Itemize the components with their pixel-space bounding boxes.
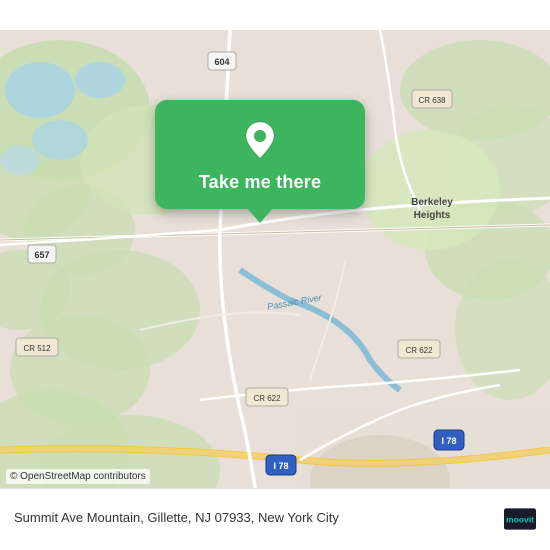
svg-text:Heights: Heights (414, 210, 451, 221)
address-label: Summit Ave Mountain, Gillette, NJ 07933,… (14, 510, 504, 527)
svg-text:CR 512: CR 512 (23, 344, 51, 353)
svg-text:Berkeley: Berkeley (411, 197, 453, 208)
svg-text:I 78: I 78 (441, 436, 456, 446)
osm-attribution: © OpenStreetMap contributors (6, 469, 150, 484)
svg-text:CR 622: CR 622 (253, 394, 281, 403)
svg-text:657: 657 (34, 250, 49, 260)
location-pin-icon (238, 118, 282, 162)
svg-text:604: 604 (214, 57, 229, 67)
svg-text:CR 622: CR 622 (405, 346, 433, 355)
map-container: 604 604 CR 638 657 CR 512 CR 622 CR 622 … (0, 0, 550, 550)
svg-text:I 78: I 78 (273, 461, 288, 471)
bottom-bar: Summit Ave Mountain, Gillette, NJ 07933,… (0, 488, 550, 550)
location-card: Take me there (155, 100, 365, 209)
svg-text:moovit: moovit (506, 514, 534, 524)
moovit-logo: moovit (504, 503, 536, 535)
take-me-there-button[interactable]: Take me there (199, 172, 321, 193)
svg-text:CR 638: CR 638 (418, 96, 446, 105)
osm-text: © OpenStreetMap contributors (10, 471, 146, 482)
map-background: 604 604 CR 638 657 CR 512 CR 622 CR 622 … (0, 0, 550, 550)
moovit-icon: moovit (504, 503, 536, 535)
